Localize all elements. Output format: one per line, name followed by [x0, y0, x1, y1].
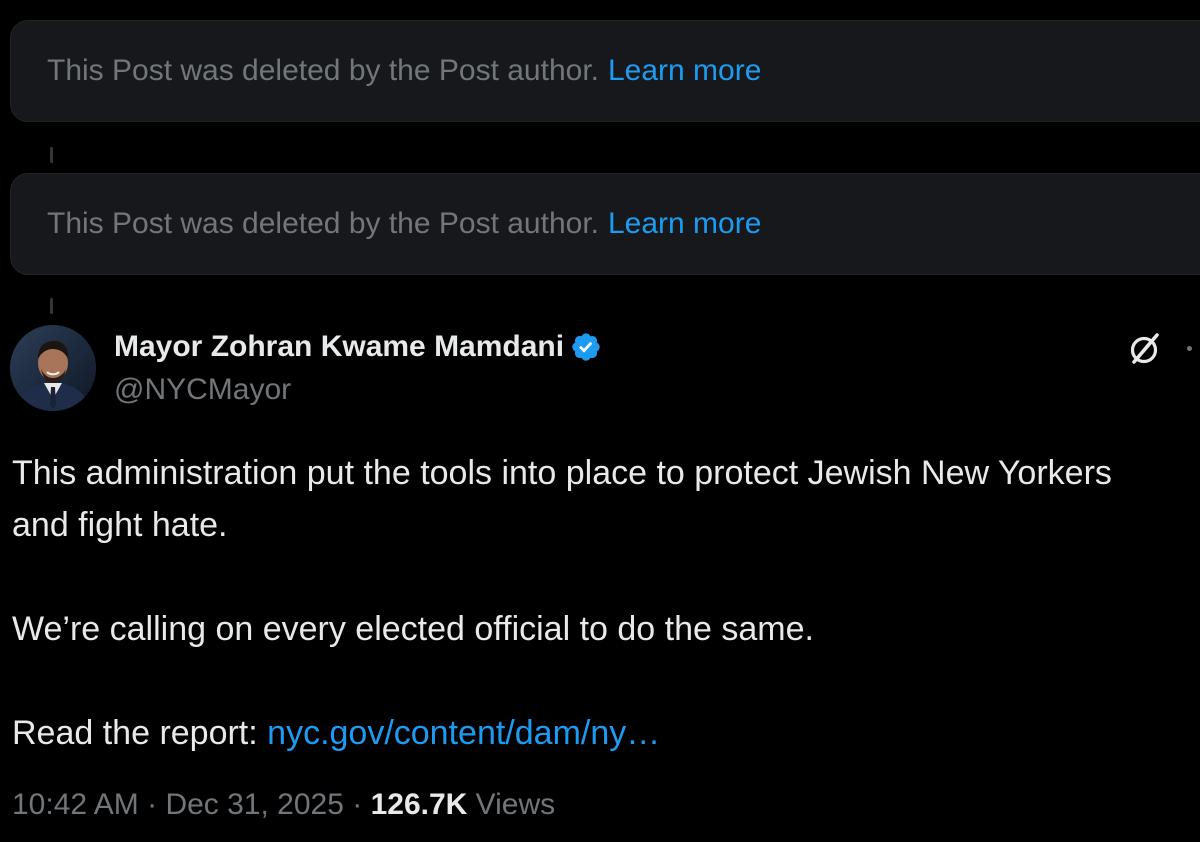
deleted-post-notice: This Post was deleted by the Post author… [10, 20, 1200, 122]
post-time[interactable]: 10:42 AM [12, 788, 139, 821]
post-paragraph: Read the report: nyc.gov/content/dam/ny… [12, 707, 1162, 759]
author-name[interactable]: Mayor Zohran Kwame Mamdani [114, 330, 602, 364]
views-label: Views [475, 788, 556, 821]
post-paragraph-prefix: Read the report: [12, 714, 268, 752]
learn-more-link[interactable]: Learn more [608, 54, 761, 88]
author-name-text: Mayor Zohran Kwame Mamdani [114, 330, 565, 363]
thread-connector [50, 298, 53, 314]
thread-connector [50, 147, 53, 163]
deleted-post-message: This Post was deleted by the Post author… [47, 207, 599, 240]
views-count: 126.7K [370, 788, 468, 821]
verified-badge-icon [572, 333, 600, 361]
post-date[interactable]: Dec 31, 2025 [165, 788, 343, 821]
grok-icon[interactable] [1126, 330, 1164, 368]
post-paragraph: We’re calling on every elected official … [12, 610, 814, 648]
more-icon[interactable] [1187, 346, 1192, 351]
post-paragraph: This administration put the tools into p… [12, 454, 1112, 544]
deleted-post-message: This Post was deleted by the Post author… [47, 54, 599, 87]
author-handle[interactable]: @NYCMayor [114, 373, 291, 407]
learn-more-link[interactable]: Learn more [608, 207, 761, 241]
post-meta: 10:42 AM · Dec 31, 2025 · 126.7K Views [12, 788, 555, 822]
deleted-post-notice: This Post was deleted by the Post author… [10, 173, 1200, 275]
avatar-photo [10, 325, 96, 411]
post-body: This administration put the tools into p… [12, 447, 1162, 759]
report-link[interactable]: nyc.gov/content/dam/ny… [267, 714, 660, 752]
avatar[interactable] [10, 325, 96, 411]
meta-separator: · [138, 788, 166, 821]
meta-separator: · [343, 788, 371, 821]
